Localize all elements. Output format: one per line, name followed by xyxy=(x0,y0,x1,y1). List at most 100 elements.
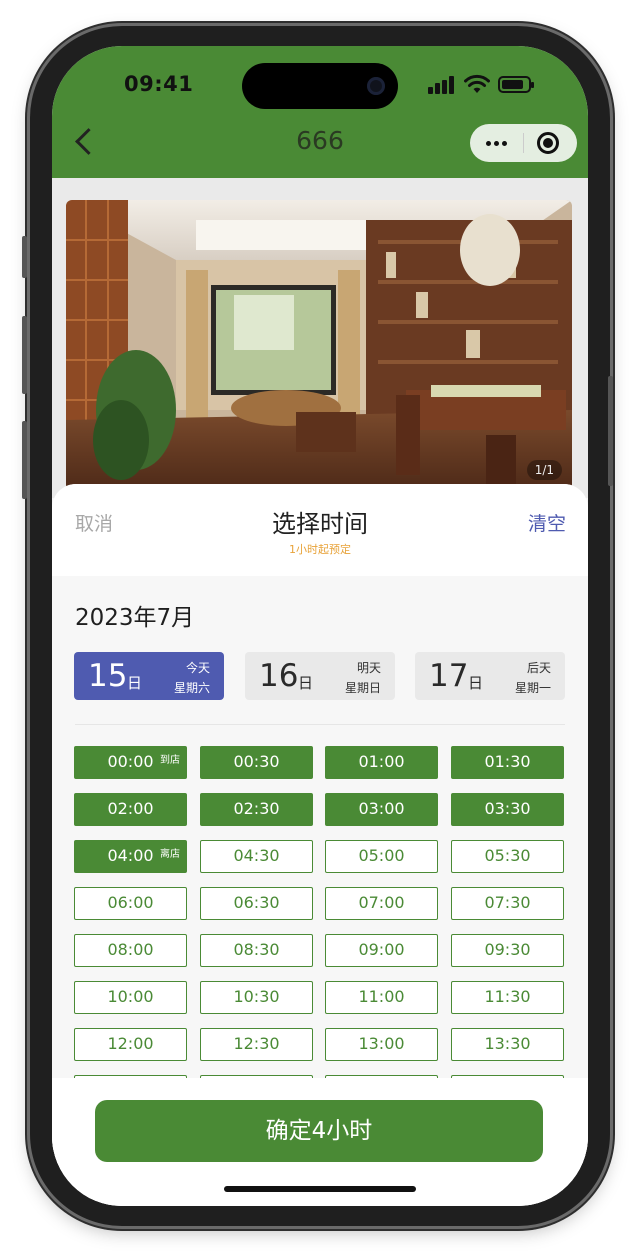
dynamic-island xyxy=(242,63,398,109)
time-slot[interactable]: 09:00 xyxy=(325,934,438,967)
date-day: 16 xyxy=(259,658,299,694)
divider xyxy=(75,724,565,725)
date-weekday: 星期一 xyxy=(514,681,551,695)
time-slot[interactable]: 07:00 xyxy=(325,887,438,920)
date-relative: 后天 xyxy=(526,661,551,675)
time-slot[interactable]: 09:30 xyxy=(451,934,564,967)
time-slot[interactable]: 06:30 xyxy=(200,887,313,920)
time-slot-label: 06:30 xyxy=(233,893,280,912)
confirm-button[interactable]: 确定4小时 xyxy=(95,1100,543,1162)
date-day: 15 xyxy=(88,658,128,694)
time-slot-tag: 到店 xyxy=(160,755,180,766)
time-slot-tag: 离店 xyxy=(160,849,180,860)
date-suffix: 日 xyxy=(127,674,143,692)
time-slot-label: 03:00 xyxy=(358,799,405,818)
bottom-bar: 确定4小时 xyxy=(52,1078,588,1206)
battery-icon xyxy=(498,76,534,93)
side-button-volume-down xyxy=(22,421,27,499)
side-button-volume-up xyxy=(22,316,27,394)
time-slot[interactable]: 08:00 xyxy=(74,934,187,967)
home-indicator xyxy=(224,1186,416,1192)
time-slot[interactable]: 06:00 xyxy=(74,887,187,920)
capsule-divider xyxy=(523,133,524,153)
time-slot-label: 02:30 xyxy=(233,799,280,818)
time-slot[interactable]: 11:00 xyxy=(325,981,438,1014)
time-slot[interactable]: 12:30 xyxy=(200,1028,313,1061)
time-slot-label: 10:00 xyxy=(107,987,154,1006)
time-slot-label: 07:00 xyxy=(358,893,405,912)
target-circle-icon[interactable] xyxy=(537,132,559,154)
time-slot[interactable]: 10:30 xyxy=(200,981,313,1014)
status-time: 09:41 xyxy=(124,72,194,96)
time-slot[interactable]: 10:00 xyxy=(74,981,187,1014)
gallery: 1/1 xyxy=(52,178,588,498)
photo-counter: 1/1 xyxy=(526,460,562,480)
time-slot[interactable]: 00:30 xyxy=(200,746,313,779)
time-slot-label: 11:00 xyxy=(358,987,405,1006)
more-dots-icon[interactable] xyxy=(486,141,508,147)
time-slot[interactable]: 05:30 xyxy=(451,840,564,873)
time-slot-label: 01:00 xyxy=(358,752,405,771)
time-slot-label: 05:30 xyxy=(484,846,531,865)
signal-icon xyxy=(428,76,456,94)
date-weekday: 星期六 xyxy=(173,681,210,695)
time-slot-label: 07:30 xyxy=(484,893,531,912)
time-slot-label: 11:30 xyxy=(484,987,531,1006)
time-slot[interactable]: 03:00 xyxy=(325,793,438,826)
mini-program-capsule xyxy=(470,124,577,162)
screen: 09:41 666 1/1 取消 选择时间 1小时起预定 清空 2023年7月 … xyxy=(52,46,588,1206)
time-slot-label: 05:00 xyxy=(358,846,405,865)
time-slot-label: 08:00 xyxy=(107,940,154,959)
date-card-15[interactable]: 15 日 今天 星期六 xyxy=(74,652,224,700)
time-slot[interactable]: 04:30 xyxy=(200,840,313,873)
time-slot[interactable]: 13:00 xyxy=(325,1028,438,1061)
time-slot[interactable]: 07:30 xyxy=(451,887,564,920)
room-photo[interactable]: 1/1 xyxy=(66,200,572,490)
month-label: 2023年7月 xyxy=(75,605,195,631)
time-slot[interactable]: 05:00 xyxy=(325,840,438,873)
time-slot-label: 09:00 xyxy=(358,940,405,959)
sheet-header: 取消 选择时间 1小时起预定 清空 xyxy=(52,484,588,576)
nav-bar: 09:41 666 xyxy=(52,46,588,178)
time-slot-label: 01:30 xyxy=(484,752,531,771)
time-slot-label: 10:30 xyxy=(233,987,280,1006)
time-slot-label: 04:00 xyxy=(107,846,154,865)
date-relative: 今天 xyxy=(185,661,210,675)
time-slot[interactable]: 12:00 xyxy=(74,1028,187,1061)
time-slot[interactable]: 02:00 xyxy=(74,793,187,826)
time-slot-label: 08:30 xyxy=(233,940,280,959)
time-slot[interactable]: 11:30 xyxy=(451,981,564,1014)
time-slot[interactable]: 08:30 xyxy=(200,934,313,967)
room-photo-image xyxy=(66,200,572,490)
date-suffix: 日 xyxy=(298,674,314,692)
time-slot-label: 02:00 xyxy=(107,799,154,818)
time-slot[interactable]: 01:30 xyxy=(451,746,564,779)
camera-icon xyxy=(367,77,385,95)
time-slot-label: 06:00 xyxy=(107,893,154,912)
sheet-title: 选择时间 xyxy=(272,510,368,538)
time-slot-label: 12:00 xyxy=(107,1034,154,1053)
time-slot[interactable]: 03:30 xyxy=(451,793,564,826)
battery-level xyxy=(502,80,524,89)
time-slot[interactable]: 04:00 离店 xyxy=(74,840,187,873)
wifi-icon xyxy=(464,74,490,93)
time-slot-label: 00:30 xyxy=(233,752,280,771)
time-slot-label: 13:30 xyxy=(484,1034,531,1053)
side-button-silent xyxy=(22,236,27,278)
time-slot[interactable]: 13:30 xyxy=(451,1028,564,1061)
date-weekday: 星期日 xyxy=(344,681,381,695)
time-slot[interactable]: 01:00 xyxy=(325,746,438,779)
time-slot-label: 00:00 xyxy=(107,752,154,771)
side-button-power xyxy=(608,376,613,486)
time-slot-label: 03:30 xyxy=(484,799,531,818)
clear-button[interactable]: 清空 xyxy=(528,509,566,536)
time-slot-label: 04:30 xyxy=(233,846,280,865)
date-card-16[interactable]: 16 日 明天 星期日 xyxy=(245,652,395,700)
sheet-subtitle: 1小时起预定 xyxy=(289,543,351,556)
date-suffix: 日 xyxy=(468,674,484,692)
time-slot[interactable]: 02:30 xyxy=(200,793,313,826)
time-slot[interactable]: 00:00 到店 xyxy=(74,746,187,779)
date-card-17[interactable]: 17 日 后天 星期一 xyxy=(415,652,565,700)
time-slot-label: 12:30 xyxy=(233,1034,280,1053)
time-slot-label: 13:00 xyxy=(358,1034,405,1053)
